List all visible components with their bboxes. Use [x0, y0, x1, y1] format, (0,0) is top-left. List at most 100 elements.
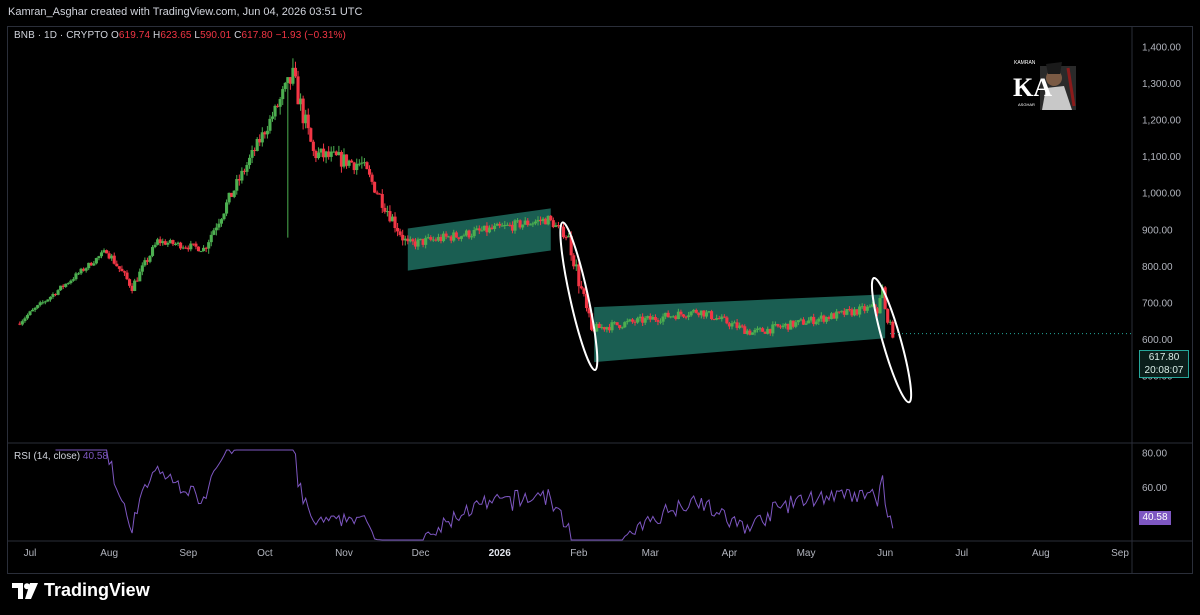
candle-body [393, 216, 397, 229]
candle-body [31, 309, 35, 312]
candle-body [225, 202, 229, 214]
candle-body [526, 220, 530, 225]
price-axis-tick: 800.00 [1142, 262, 1173, 273]
candle-body [794, 322, 798, 327]
candle-body [710, 311, 714, 320]
candle-body [43, 301, 47, 303]
candle-body [36, 305, 40, 308]
candle-body [804, 323, 808, 325]
candle-body [370, 174, 374, 182]
candle-body [84, 268, 88, 271]
candle-body [64, 283, 68, 287]
candle-body [858, 306, 862, 315]
footer-bar [0, 574, 1200, 615]
time-axis-tick: Sep [179, 548, 197, 559]
candle-body [725, 317, 729, 324]
candle-body [722, 316, 726, 318]
candle-body [796, 320, 800, 323]
candle-body [367, 169, 372, 175]
candle-body [658, 321, 663, 323]
candle-body [355, 163, 359, 171]
candle-body [807, 320, 811, 324]
candle-body [240, 170, 244, 181]
high-value: 623.65 [160, 30, 192, 41]
candle-body [868, 306, 872, 308]
candle-body [125, 272, 129, 280]
candle-body [886, 308, 890, 323]
candle-body [153, 244, 157, 248]
candle-body [199, 251, 203, 253]
candle-body [293, 67, 298, 77]
candle-body [480, 230, 484, 232]
tradingview-brand[interactable]: TradingView [12, 580, 150, 601]
candle-body [173, 243, 178, 245]
candle-body [283, 82, 287, 90]
candle-body [396, 228, 400, 232]
candle-body [219, 219, 224, 224]
time-axis-tick: Sep [1111, 548, 1129, 559]
time-axis-tick: Oct [257, 548, 273, 559]
candle-body [245, 165, 249, 172]
candle-body [309, 128, 313, 142]
time-axis-tick: Aug [100, 548, 118, 559]
candle-body [776, 324, 780, 327]
price-axis-tick: 1,200.00 [1142, 116, 1181, 127]
price-axis-tick: 1,400.00 [1142, 42, 1181, 53]
candle-body [579, 286, 583, 289]
candle-body [92, 263, 96, 266]
candle-body [814, 321, 818, 325]
candle-body [268, 118, 272, 131]
candle-body [94, 258, 98, 264]
candle-body [582, 288, 586, 294]
candle-body [196, 246, 201, 252]
candle-body [306, 114, 310, 129]
candle-body [416, 239, 420, 247]
candle-body [194, 243, 198, 247]
candle-body [316, 152, 321, 159]
time-axis-tick: Feb [570, 548, 588, 559]
candle-body [687, 315, 691, 318]
candle-body [513, 220, 517, 231]
time-axis-tick: May [797, 548, 816, 559]
price-axis-tick: 700.00 [1142, 299, 1173, 310]
candle-body [681, 314, 686, 317]
candle-body [528, 224, 532, 226]
candle-body [373, 181, 377, 193]
candle-body [66, 283, 70, 285]
candle-body [549, 215, 553, 221]
candle-body [761, 328, 765, 332]
candle-body [171, 240, 175, 245]
candle-body [112, 255, 116, 264]
rsi-axis-tick: 80.00 [1142, 448, 1167, 459]
candle-body [561, 226, 566, 238]
candle-body [48, 296, 52, 300]
close-value: 617.80 [241, 30, 273, 41]
candle-body [424, 238, 428, 245]
candle-body [117, 266, 121, 269]
tradingview-wordmark: TradingView [44, 580, 150, 600]
candle-body [222, 213, 226, 220]
time-axis-tick: Jun [877, 548, 893, 559]
candle-body [41, 302, 45, 304]
candle-body [704, 312, 709, 317]
candle-body [472, 230, 476, 237]
candle-body [753, 329, 757, 333]
rsi-value: 40.58 [82, 451, 108, 462]
candle-body [217, 223, 221, 228]
candle-body [730, 323, 734, 327]
price-axis-tick: 1,100.00 [1142, 152, 1181, 163]
candle-body [477, 228, 481, 231]
candle-body [270, 116, 275, 119]
candle-body [120, 268, 124, 272]
candle-body [694, 309, 698, 313]
candle-body [750, 332, 754, 335]
candle-body [398, 231, 402, 235]
candle-body [531, 223, 535, 225]
candle-body [105, 250, 109, 254]
candle-body [166, 242, 170, 245]
candle-body [99, 252, 104, 257]
candle-body [115, 263, 119, 267]
candle-body [891, 321, 895, 338]
candle-body [128, 279, 132, 286]
candle-body [69, 280, 73, 284]
